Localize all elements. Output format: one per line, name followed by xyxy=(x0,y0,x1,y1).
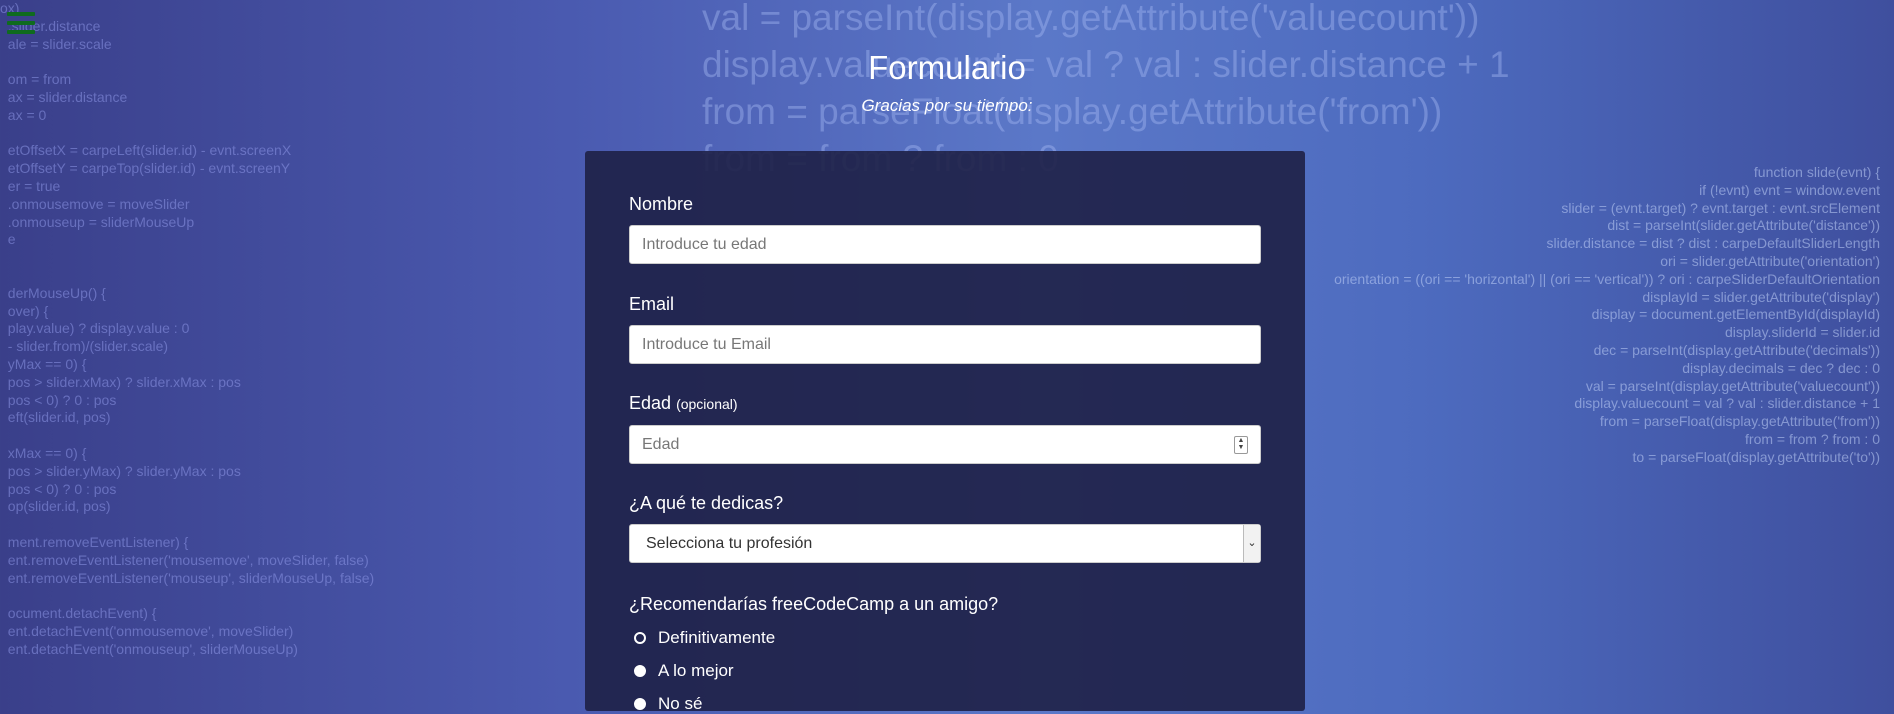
profession-field-group: ¿A qué te dedicas? Selecciona tu profesi… xyxy=(629,492,1261,563)
profession-label: ¿A qué te dedicas? xyxy=(629,493,784,513)
radio-button[interactable] xyxy=(634,665,646,677)
age-optional-hint: (opcional) xyxy=(676,396,738,412)
recommend-label: ¿Recomendarías freeCodeCamp a un amigo? xyxy=(629,594,999,614)
hamburger-icon[interactable] xyxy=(7,12,35,34)
name-field-group: Nombre Introduce tu edad xyxy=(629,193,1261,264)
name-label: Nombre xyxy=(629,194,694,214)
email-label: Email xyxy=(629,294,675,314)
age-field-group: Edad (opcional) Edad ▲ ▼ xyxy=(629,392,1261,464)
radio-option-a-lo-mejor[interactable]: A lo mejor xyxy=(629,661,1261,681)
name-input[interactable]: Introduce tu edad xyxy=(629,225,1261,264)
profession-selected-value: Selecciona tu profesión xyxy=(646,535,813,552)
age-placeholder: Edad xyxy=(642,436,680,453)
age-label-text: Edad xyxy=(629,393,672,413)
number-spinner-icon[interactable]: ▲ ▼ xyxy=(1234,436,1248,454)
page-subtitle: Gracias por su tiempo: xyxy=(861,96,1033,115)
recommend-field-group: ¿Recomendarías freeCodeCamp a un amigo? … xyxy=(629,593,1261,714)
chevron-down-icon: ⌄ xyxy=(1243,525,1260,562)
radio-label: Definitivamente xyxy=(658,628,776,647)
menu-bar xyxy=(7,21,35,25)
menu-bar xyxy=(7,30,35,34)
profession-select[interactable]: Selecciona tu profesión ⌄ xyxy=(629,524,1261,563)
radio-label: No sé xyxy=(658,694,703,713)
radio-option-definitivamente[interactable]: Definitivamente xyxy=(629,628,1261,648)
age-label: Edad (opcional) xyxy=(629,392,1261,415)
menu-bar xyxy=(7,12,35,16)
email-field-group: Email Introduce tu Email xyxy=(629,293,1261,364)
email-input[interactable]: Introduce tu Email xyxy=(629,325,1261,364)
page-title: Formulario xyxy=(868,49,1026,86)
radio-button[interactable] xyxy=(634,698,646,710)
survey-form: Nombre Introduce tu edad Email Introduce… xyxy=(585,151,1305,714)
radio-button[interactable] xyxy=(634,632,646,644)
age-input[interactable]: Edad ▲ ▼ xyxy=(629,425,1261,464)
page-header: Formulario Gracias por su tiempo: xyxy=(0,46,1894,116)
radio-option-no-se[interactable]: No sé xyxy=(629,694,1261,714)
radio-label: A lo mejor xyxy=(658,661,734,680)
